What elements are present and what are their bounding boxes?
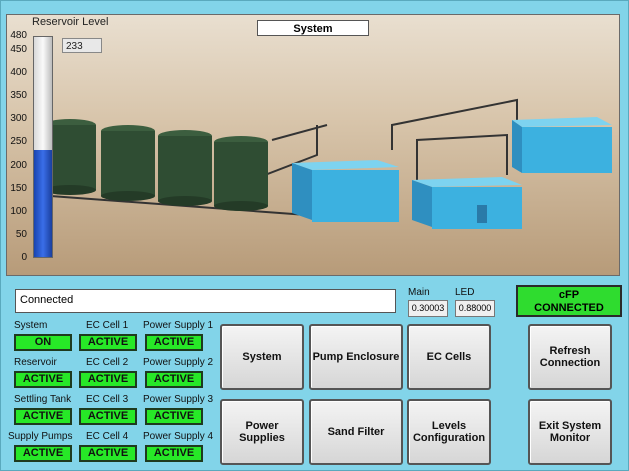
pipe bbox=[271, 124, 328, 141]
reservoir-status-label: Reservoir bbox=[14, 357, 57, 368]
power-supply-1-status-badge: ACTIVE bbox=[145, 334, 203, 351]
reservoir-tick-label: 100 bbox=[10, 205, 27, 217]
reservoir-tick-label: 450 bbox=[10, 43, 27, 55]
ec-cell-3-status-badge: ACTIVE bbox=[79, 408, 137, 425]
pipe bbox=[391, 98, 518, 150]
refresh-connection-button[interactable]: Refresh Connection bbox=[528, 324, 612, 390]
levels-configuration-button[interactable]: Levels Configuration bbox=[407, 399, 491, 465]
equipment-diagram bbox=[36, 98, 612, 229]
power-supplies-button[interactable]: Power Supplies bbox=[220, 399, 304, 465]
ec-cells-button[interactable]: EC Cells bbox=[407, 324, 491, 390]
reservoir-tick-label: 480 bbox=[10, 30, 27, 41]
power-supply-3-status-badge: ACTIVE bbox=[145, 408, 203, 425]
ec-cell-2-status-label: EC Cell 2 bbox=[86, 357, 129, 368]
power-supply-unit bbox=[512, 117, 612, 173]
reservoir-tick-label: 200 bbox=[10, 159, 27, 171]
ec-cell-4-status-label: EC Cell 4 bbox=[86, 431, 129, 442]
main-label: Main bbox=[408, 287, 430, 298]
system-status-badge: ON bbox=[14, 334, 72, 351]
storage-tank-4 bbox=[214, 136, 268, 211]
status-message-field: Connected bbox=[15, 289, 396, 313]
power-supply-2-status-badge: ACTIVE bbox=[145, 371, 203, 388]
cfp-connection-indicator: cFP CONNECTED bbox=[516, 285, 622, 317]
power-supply-3-status-label: Power Supply 3 bbox=[143, 394, 214, 405]
sand-filter-button[interactable]: Sand Filter bbox=[309, 399, 403, 465]
reservoir-level-fill bbox=[34, 150, 52, 257]
ec-cell-unit bbox=[412, 177, 522, 229]
storage-tank-2 bbox=[101, 125, 155, 201]
power-supply-4-status-badge: ACTIVE bbox=[145, 445, 203, 462]
ec-cell-1-status-label: EC Cell 1 bbox=[86, 320, 129, 331]
reservoir-tick-label: 400 bbox=[10, 67, 27, 78]
supply-pumps-status-label: Supply Pumps bbox=[8, 431, 73, 442]
ec-cell-4-status-badge: ACTIVE bbox=[79, 445, 137, 462]
power-supply-2-status-label: Power Supply 2 bbox=[143, 357, 214, 368]
exit-system-monitor-button[interactable]: Exit System Monitor bbox=[528, 399, 612, 465]
system-button[interactable]: System bbox=[220, 324, 304, 390]
system-monitor-panel: Reservoir Level System 233 480 450 400 350 3… bbox=[0, 0, 629, 471]
led-readout: 0.88000 bbox=[455, 300, 495, 317]
ec-cell-3-status-label: EC Cell 3 bbox=[86, 394, 129, 405]
reservoir-tick-label: 50 bbox=[15, 228, 27, 240]
cfp-status: CONNECTED bbox=[534, 302, 604, 314]
settling-tank-status-label: Settling Tank bbox=[14, 394, 72, 405]
system-status-label: System bbox=[14, 320, 48, 331]
reservoir-tick-label: 300 bbox=[10, 113, 27, 125]
reservoir-tick-label: 150 bbox=[10, 182, 27, 194]
cfp-label: cFP bbox=[558, 289, 580, 301]
ec-cell-2-status-badge: ACTIVE bbox=[79, 371, 137, 388]
reservoir-status-badge: ACTIVE bbox=[14, 371, 72, 388]
pump-enclosure-unit bbox=[292, 160, 399, 222]
reservoir-level-readout: 233 bbox=[62, 38, 102, 53]
reservoir-tick-label: 250 bbox=[10, 136, 27, 148]
reservoir-tick-label: 350 bbox=[10, 90, 27, 102]
scene-title: System bbox=[257, 20, 369, 36]
reservoir-tick-label: 0 bbox=[21, 252, 27, 263]
supply-pumps-status-badge: ACTIVE bbox=[14, 445, 72, 462]
pump-enclosure-button[interactable]: Pump Enclosure bbox=[309, 324, 403, 390]
reservoir-level-label: Reservoir Level bbox=[32, 16, 109, 28]
power-supply-1-status-label: Power Supply 1 bbox=[143, 320, 214, 331]
pipe bbox=[416, 133, 508, 180]
reservoir-level-gauge bbox=[33, 36, 53, 258]
system-scene bbox=[6, 14, 620, 276]
main-readout: 0.30003 bbox=[408, 300, 448, 317]
ec-cell-1-status-badge: ACTIVE bbox=[79, 334, 137, 351]
power-supply-4-status-label: Power Supply 4 bbox=[143, 431, 214, 442]
settling-tank-status-badge: ACTIVE bbox=[14, 408, 72, 425]
led-label: LED bbox=[455, 287, 475, 298]
storage-tank-3 bbox=[158, 130, 212, 206]
